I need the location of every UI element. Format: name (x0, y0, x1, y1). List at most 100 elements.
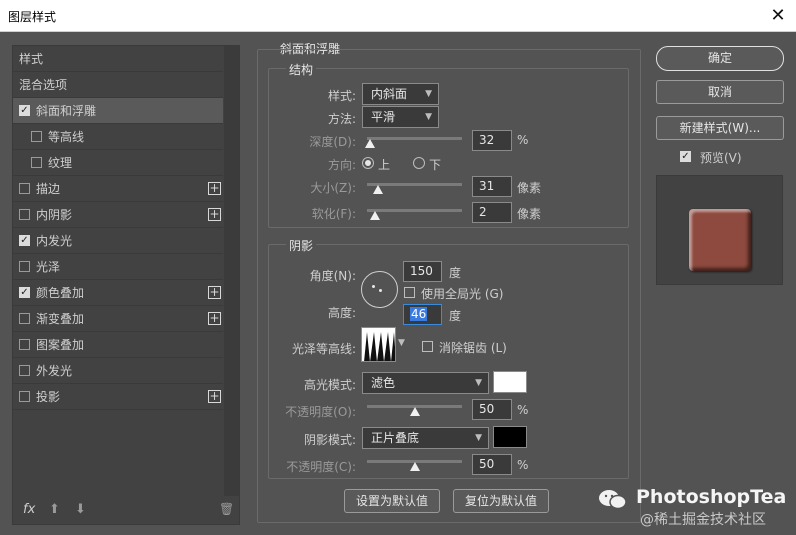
soften-slider-thumb[interactable] (369, 211, 380, 220)
make-default-button[interactable]: 设置为默认值 (344, 489, 440, 513)
global-light-checkbox[interactable] (404, 287, 415, 298)
direction-up-radio[interactable] (362, 157, 374, 169)
chevron-down-icon: ▼ (425, 89, 432, 99)
preview-label: 预览(V) (700, 151, 742, 165)
sidebar-item[interactable]: ✓ 内发光 (13, 228, 223, 254)
sidebar-item-label: 混合选项 (19, 78, 68, 92)
sidebar-item-label: 纹理 (48, 156, 73, 170)
sidebar-item-checkbox[interactable] (19, 261, 30, 272)
sidebar-item[interactable]: 纹理 (13, 150, 223, 176)
sidebar-item[interactable]: 光泽 (13, 254, 223, 280)
close-icon[interactable]: ✕ (766, 4, 790, 28)
structure-title: 结构 (286, 61, 317, 78)
add-effect-icon[interactable]: + (208, 390, 221, 403)
size-unit: 像素 (517, 181, 542, 195)
sidebar-item[interactable]: 等高线 (13, 124, 223, 150)
chevron-down-icon: ▼ (475, 378, 482, 388)
sidebar-item[interactable]: 图案叠加 (13, 332, 223, 358)
cancel-button[interactable]: 取消 (656, 80, 784, 104)
sidebar-item-label: 内阴影 (36, 208, 73, 222)
sidebar-item-checkbox[interactable] (31, 157, 42, 168)
sidebar-item-checkbox[interactable] (19, 391, 30, 402)
shadow-mode-select[interactable]: 正片叠底 ▼ (362, 427, 489, 449)
sidebar-item[interactable]: 样式 (13, 46, 223, 72)
sidebar-item-label: 渐变叠加 (36, 312, 85, 326)
sidebar-item-checkbox[interactable]: ✓ (19, 235, 30, 246)
sidebar-item[interactable]: 投影 + (13, 384, 223, 410)
reset-default-button[interactable]: 复位为默认值 (453, 489, 549, 513)
sidebar-item-checkbox[interactable] (19, 313, 30, 324)
highlight-mode-select[interactable]: 滤色 ▼ (362, 372, 489, 394)
size-label: 大小(Z): (310, 181, 356, 195)
style-preview (656, 175, 783, 285)
soften-input[interactable]: 2 (472, 202, 512, 223)
sidebar-item-checkbox[interactable] (31, 131, 42, 142)
shadow-color-swatch[interactable] (493, 426, 527, 448)
sidebar-item-checkbox[interactable] (19, 365, 30, 376)
preview-checkbox[interactable]: ✓ (680, 151, 691, 162)
direction-down-radio[interactable] (413, 157, 425, 169)
depth-slider-thumb[interactable] (364, 139, 375, 148)
gloss-contour-chevron-icon[interactable]: ▼ (398, 338, 405, 348)
highlight-opacity-thumb[interactable] (409, 407, 420, 416)
shadow-opacity-label: 不透明度(C): (286, 460, 356, 474)
add-effect-icon[interactable]: + (208, 286, 221, 299)
layer-style-dialog: 图层样式 ✕ 样式混合选项 ✓ 斜面和浮雕等高线纹理描边 + 内阴影 + ✓ 内发光光泽 ✓ 颜色… (0, 0, 796, 535)
antialias-checkbox[interactable] (422, 341, 433, 352)
sidebar-item[interactable]: ✓ 颜色叠加 + (13, 280, 223, 306)
new-style-button[interactable]: 新建样式(W)... (656, 116, 784, 140)
sidebar-item-label: 投影 (36, 390, 61, 404)
technique-select-value: 平滑 (371, 110, 396, 124)
sidebar-item-checkbox[interactable]: ✓ (19, 287, 30, 298)
altitude-input[interactable]: 46 (403, 304, 442, 325)
sidebar-item-checkbox[interactable] (19, 339, 30, 350)
sidebar-item[interactable]: 描边 + (13, 176, 223, 202)
depth-label: 深度(D): (309, 135, 356, 149)
highlight-opacity-input[interactable]: 50 (472, 399, 512, 420)
chevron-down-icon: ▼ (475, 433, 482, 443)
dialog-title: 图层样式 (8, 10, 57, 24)
shadow-opacity-thumb[interactable] (409, 462, 420, 471)
sidebar-item-checkbox[interactable] (19, 209, 30, 220)
watermark-brand: PhotoshopTea (636, 486, 787, 508)
sidebar-item-checkbox[interactable]: ✓ (19, 105, 30, 116)
styles-list-scrollbar[interactable] (224, 46, 239, 496)
technique-select[interactable]: 平滑 ▼ (362, 106, 439, 128)
move-down-icon[interactable]: ⬇ (75, 502, 86, 517)
depth-input[interactable]: 32 (472, 130, 512, 151)
sidebar-item[interactable]: 渐变叠加 + (13, 306, 223, 332)
move-up-icon[interactable]: ⬆ (49, 502, 60, 517)
add-effect-icon[interactable]: + (208, 182, 221, 195)
size-input[interactable]: 31 (472, 176, 512, 197)
styles-list-footer: fx ⬆ ⬇ 🗑 (13, 498, 239, 524)
fx-icon[interactable]: fx (23, 502, 35, 517)
direction-down-label: 下 (429, 158, 442, 172)
add-effect-icon[interactable]: + (208, 312, 221, 325)
sidebar-item[interactable]: 内阴影 + (13, 202, 223, 228)
chevron-down-icon: ▼ (425, 112, 432, 122)
gloss-contour-preview[interactable] (361, 327, 396, 362)
title-bar: 图层样式 ✕ (0, 0, 796, 32)
soften-label: 软化(F): (311, 207, 356, 221)
sidebar-item[interactable]: ✓ 斜面和浮雕 (13, 98, 223, 124)
sidebar-item-label: 等高线 (48, 130, 85, 144)
add-effect-icon[interactable]: + (208, 208, 221, 221)
highlight-color-swatch[interactable] (493, 371, 527, 393)
sidebar-item[interactable]: 混合选项 (13, 72, 223, 98)
contour-curve-icon (364, 332, 395, 361)
trash-icon[interactable]: 🗑 (219, 502, 234, 516)
style-select[interactable]: 内斜面 ▼ (362, 83, 439, 105)
shadow-mode-value: 正片叠底 (371, 431, 420, 445)
size-slider-thumb[interactable] (373, 185, 384, 194)
soften-slider-track[interactable] (367, 209, 462, 212)
angle-dial[interactable] (361, 271, 398, 308)
depth-slider-track[interactable] (367, 137, 462, 140)
sidebar-item-checkbox[interactable] (19, 183, 30, 194)
sidebar-item[interactable]: 外发光 (13, 358, 223, 384)
shadow-opacity-input[interactable]: 50 (472, 454, 512, 475)
angle-input[interactable]: 150 (403, 261, 442, 282)
angle-unit: 度 (449, 266, 462, 280)
ok-button[interactable]: 确定 (656, 46, 784, 71)
sidebar-item-label: 内发光 (36, 234, 73, 248)
sidebar-item-label: 颜色叠加 (36, 286, 85, 300)
